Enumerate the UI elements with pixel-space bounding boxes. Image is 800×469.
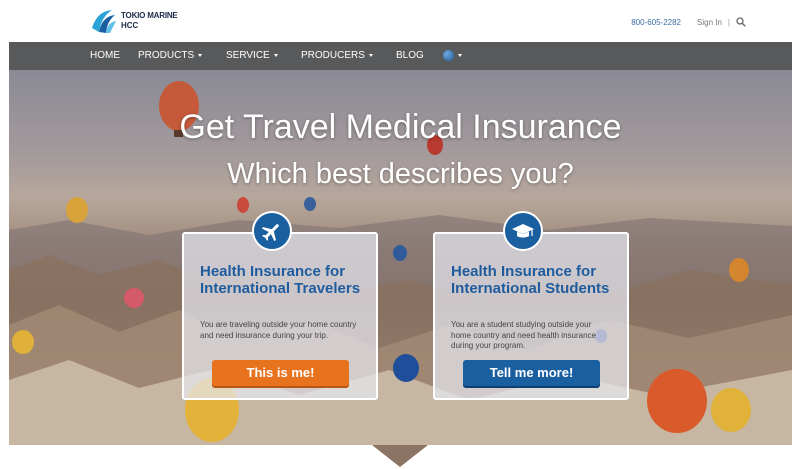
card-title: Health Insurance for International Stude… xyxy=(451,263,610,297)
logo-line-2: HCC xyxy=(121,21,139,30)
nav-label: PRODUCTS xyxy=(138,50,195,61)
separator: | xyxy=(727,17,730,27)
travelers-card: Health Insurance for International Trave… xyxy=(182,211,378,400)
hero-title: Get Travel Medical Insurance xyxy=(179,108,622,146)
airplane-icon xyxy=(261,224,279,242)
hero-subtitle: Which best describes you? xyxy=(227,158,574,190)
hero-banner: Get Travel Medical Insurance Which best … xyxy=(9,70,792,445)
airplane-badge xyxy=(252,211,292,251)
logo-line-1: TOKIO MARINE xyxy=(121,11,178,20)
caret-down-icon xyxy=(368,53,373,57)
students-card: Health Insurance for International Stude… xyxy=(433,211,629,400)
nav-item-home[interactable]: HOME xyxy=(90,50,120,61)
main-nav: HOME PRODUCTS SERVICE PRODUCERS BLOG xyxy=(9,42,792,70)
phone-link[interactable]: 800-605-2282 xyxy=(631,18,681,27)
card-title: Health Insurance for International Trave… xyxy=(200,263,361,297)
caret-down-icon xyxy=(198,53,203,57)
globe-icon xyxy=(443,50,454,61)
top-links: 800-605-2282 Sign In | xyxy=(631,17,746,27)
sign-in-link[interactable]: Sign In xyxy=(697,18,722,27)
hero-pointer-arrow xyxy=(372,445,428,467)
nav-item-blog[interactable]: BLOG xyxy=(396,50,424,61)
nav-label: PRODUCERS xyxy=(301,50,365,61)
nav-item-service[interactable]: SERVICE xyxy=(226,50,278,61)
card-description: You are traveling outside your home coun… xyxy=(200,320,357,340)
nav-item-products[interactable]: PRODUCTS xyxy=(138,50,203,61)
search-icon[interactable] xyxy=(736,17,746,27)
nav-label: HOME xyxy=(90,50,120,61)
nav-label: BLOG xyxy=(396,50,424,61)
graduation-cap-icon xyxy=(512,224,534,238)
card-description: You are a student studying outside your … xyxy=(451,320,596,350)
top-header: TOKIO MARINE HCC 800-605-2282 Sign In | xyxy=(0,0,800,42)
caret-down-icon xyxy=(273,53,278,57)
logo-text: TOKIO MARINE HCC xyxy=(121,11,178,31)
this-is-me-button[interactable]: This is me! xyxy=(212,360,349,386)
language-selector[interactable] xyxy=(443,50,462,61)
nav-label: SERVICE xyxy=(226,50,270,61)
tokio-marine-logo[interactable]: TOKIO MARINE HCC xyxy=(88,6,178,36)
nav-item-producers[interactable]: PRODUCERS xyxy=(301,50,373,61)
logo-mark-icon xyxy=(89,7,117,35)
caret-down-icon xyxy=(458,54,462,57)
graduation-badge xyxy=(503,211,543,251)
tell-me-more-button[interactable]: Tell me more! xyxy=(463,360,600,386)
